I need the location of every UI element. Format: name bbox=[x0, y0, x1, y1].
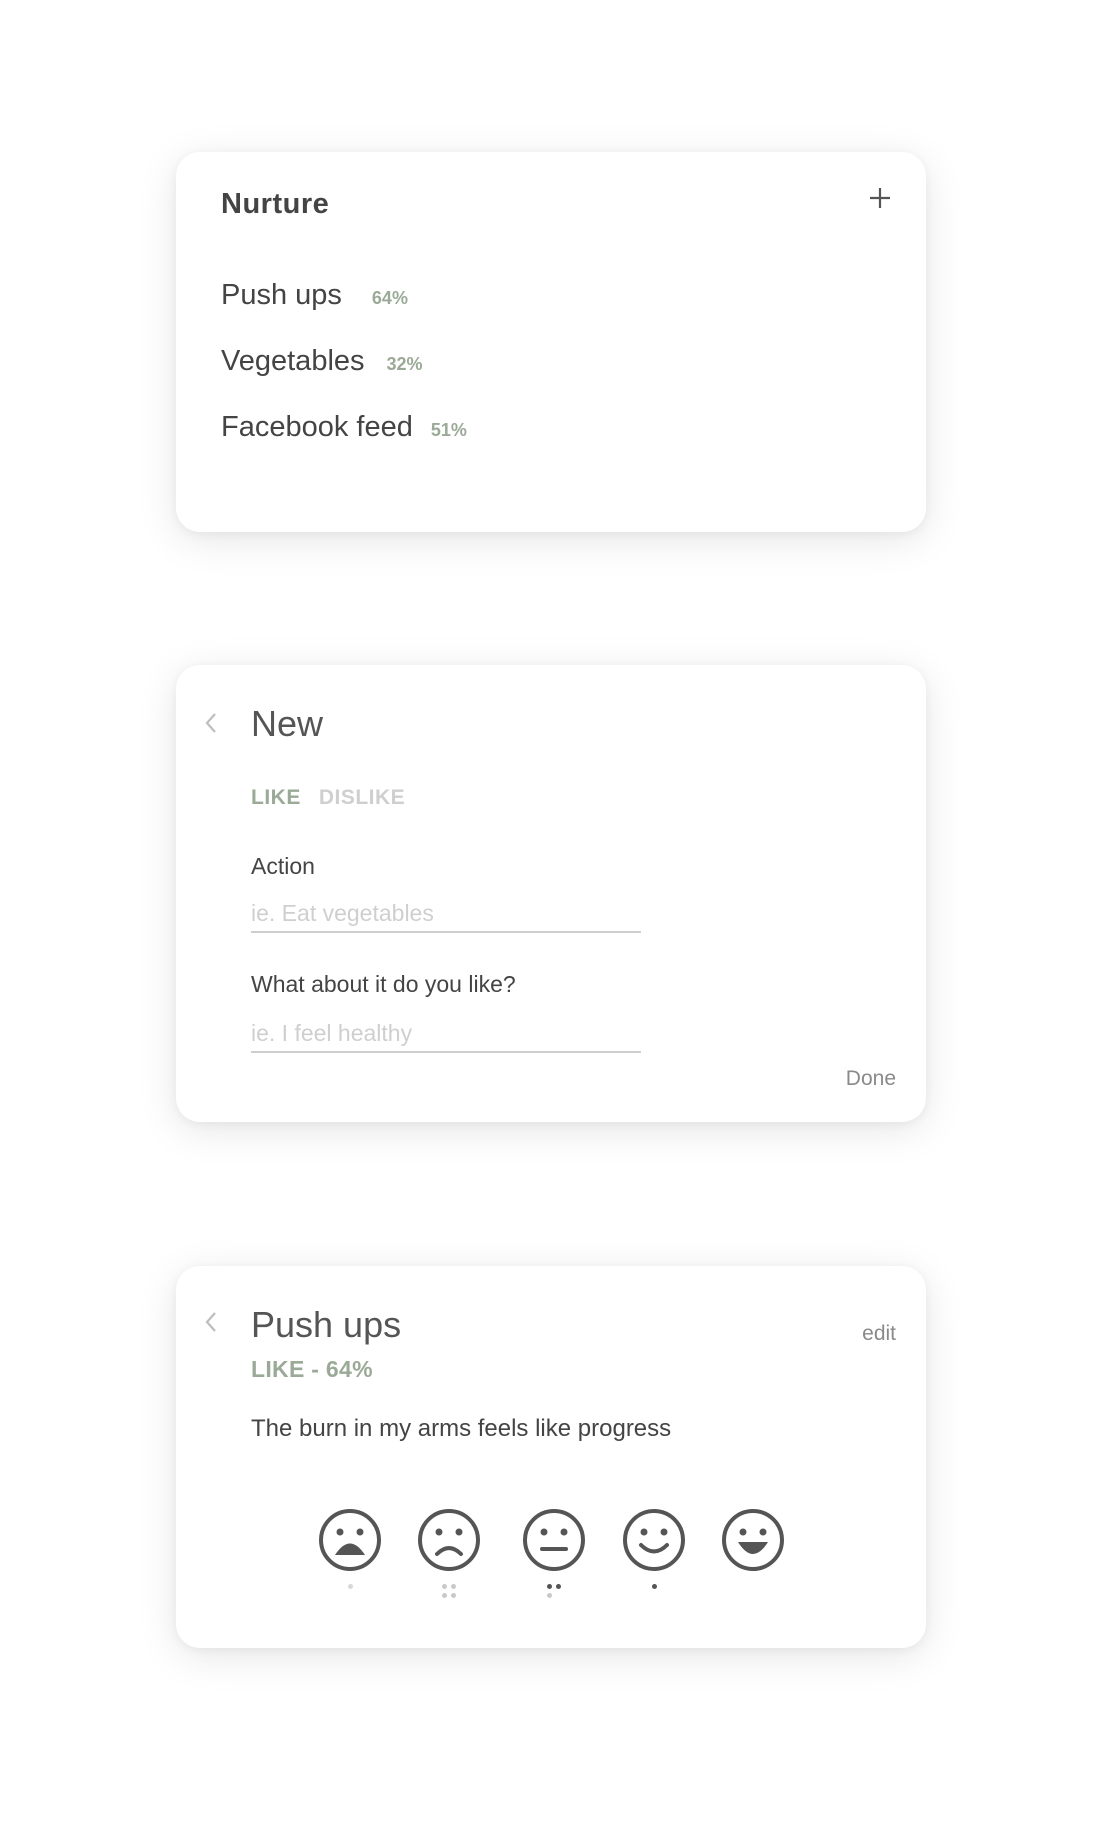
habit-name: Push ups bbox=[221, 279, 342, 311]
page-title: Push ups bbox=[251, 1304, 402, 1345]
back-button[interactable] bbox=[200, 1308, 222, 1336]
action-label: Action bbox=[251, 853, 315, 879]
plus-icon bbox=[868, 186, 892, 210]
like-percent: LIKE - 64% bbox=[251, 1356, 373, 1382]
habit-name: Facebook feed bbox=[221, 411, 413, 443]
habit-detail-card: Push ups edit LIKE - 64% The burn in my … bbox=[176, 1266, 926, 1648]
mood-very-happy[interactable] bbox=[721, 1508, 785, 1608]
habit-percent: 51% bbox=[430, 420, 467, 440]
mood-count-dots bbox=[318, 1584, 382, 1589]
chevron-left-icon bbox=[200, 1308, 222, 1336]
action-input[interactable] bbox=[251, 900, 641, 933]
reason-input[interactable] bbox=[251, 1020, 641, 1053]
mood-sad[interactable] bbox=[417, 1508, 481, 1608]
habit-item-vegetables[interactable]: Vegetables 32% bbox=[221, 345, 423, 378]
add-button[interactable] bbox=[868, 186, 892, 210]
neutral-face-icon bbox=[522, 1508, 586, 1572]
very-sad-face-icon bbox=[318, 1508, 382, 1572]
tab-dislike[interactable]: DISLIKE bbox=[319, 786, 405, 810]
mood-count-dots bbox=[522, 1584, 586, 1598]
sad-face-icon bbox=[417, 1508, 481, 1572]
chevron-left-icon bbox=[200, 709, 222, 737]
mood-very-sad[interactable] bbox=[318, 1508, 382, 1608]
tab-like[interactable]: LIKE bbox=[251, 786, 301, 810]
mood-neutral[interactable] bbox=[522, 1508, 586, 1608]
like-dislike-tabs: LIKE DISLIKE bbox=[251, 786, 405, 810]
back-button[interactable] bbox=[200, 709, 222, 737]
nurture-card: Nurture Push ups 64% Vegetables 32% Face… bbox=[176, 152, 926, 532]
page-title: New bbox=[251, 703, 324, 744]
done-button[interactable]: Done bbox=[846, 1067, 896, 1091]
mood-count-dots bbox=[417, 1584, 481, 1598]
habit-item-facebook-feed[interactable]: Facebook feed 51% bbox=[221, 411, 467, 444]
nurture-title: Nurture bbox=[221, 188, 330, 220]
habit-percent: 64% bbox=[371, 288, 408, 308]
habit-percent: 32% bbox=[386, 354, 423, 374]
habit-name: Vegetables bbox=[221, 345, 365, 377]
habit-item-push-ups[interactable]: Push ups 64% bbox=[221, 279, 408, 312]
grin-face-icon bbox=[721, 1508, 785, 1572]
reason-label: What about it do you like? bbox=[251, 971, 516, 997]
new-entry-card: New LIKE DISLIKE Action What about it do… bbox=[176, 665, 926, 1122]
edit-button[interactable]: edit bbox=[862, 1322, 896, 1346]
reason-text: The burn in my arms feels like progress bbox=[251, 1415, 672, 1442]
mood-happy[interactable] bbox=[622, 1508, 686, 1608]
smile-face-icon bbox=[622, 1508, 686, 1572]
mood-count-dots bbox=[622, 1584, 686, 1589]
